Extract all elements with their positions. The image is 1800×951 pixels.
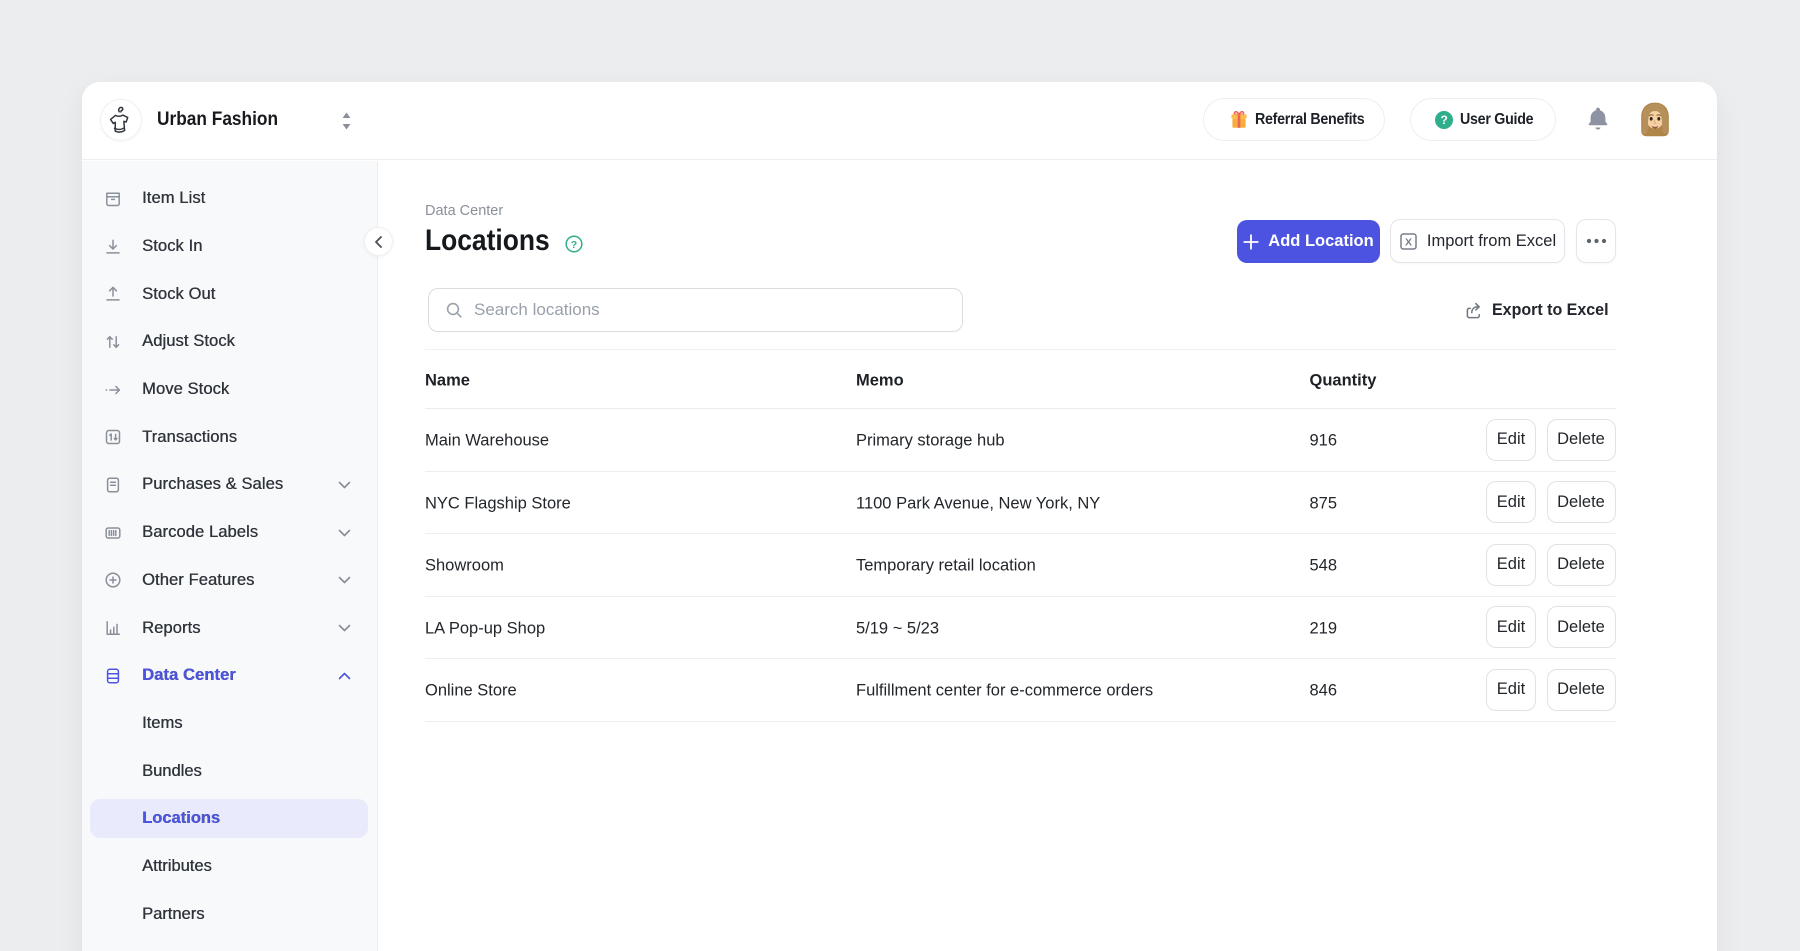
- svg-text:?: ?: [1440, 113, 1447, 127]
- svg-text:?: ?: [571, 239, 577, 251]
- svg-text:X: X: [1405, 236, 1412, 248]
